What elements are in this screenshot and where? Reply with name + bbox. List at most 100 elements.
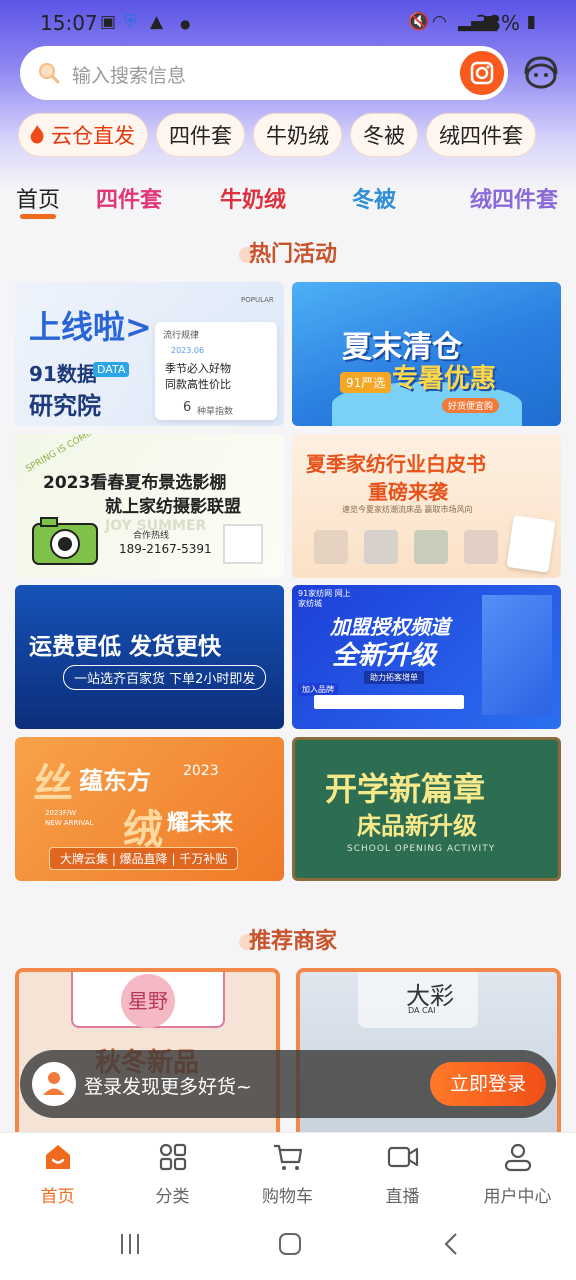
home-icon <box>46 1145 70 1169</box>
tab-user-center[interactable]: 用户中心 <box>460 1133 575 1209</box>
banner-tag: DATA <box>93 362 130 377</box>
banner-small: 2023F/W <box>45 809 77 817</box>
chip-cloud-warehouse[interactable]: 云仓直发 <box>18 113 148 157</box>
product-thumb <box>364 530 398 564</box>
camera-scan-button[interactable] <box>460 51 504 95</box>
tab-label: 分类 <box>155 1187 190 1207</box>
banner-title: 蕴东方 <box>79 767 151 795</box>
mute-icon: 🔇 <box>408 12 430 32</box>
customer-service-icon[interactable] <box>520 54 562 92</box>
bottom-tabbar: 首页 分类 购物车 直播 用户中心 <box>0 1132 576 1208</box>
banner-whitepaper[interactable]: 夏季家纺行业白皮书 重磅来袭 速览今夏家纺潮流床品 赢取市场风向 <box>292 434 561 578</box>
banner-sub: 一站选齐百家货 下单2小时即发 <box>63 665 267 690</box>
banner-title: 耀未来 <box>167 811 234 836</box>
section-title-hot: 热门活动 <box>0 236 576 268</box>
status-time: 15:07 <box>40 11 98 35</box>
banner-title: 2023看春夏布景选影棚 <box>43 473 227 493</box>
tab-underline <box>20 214 56 219</box>
alert-icon: ▲ <box>150 12 164 32</box>
search-icon <box>39 63 60 84</box>
banner-line: 研究院 <box>29 392 101 420</box>
section-title-recommend: 推荐商家 <box>0 923 576 955</box>
banner-sub: SCHOOL OPENING ACTIVITY <box>347 844 496 854</box>
chip-label: 冬被 <box>363 124 405 148</box>
banner-sub: 好货便宜购 <box>442 398 500 413</box>
tab-live[interactable]: 直播 <box>345 1133 460 1209</box>
tab-cart[interactable]: 购物车 <box>230 1133 345 1209</box>
battery-icon: ▮ <box>526 12 536 32</box>
user-avatar-icon <box>32 1062 76 1106</box>
banner-phone: 189-2167-5391 <box>119 542 212 556</box>
grid-icon <box>159 1143 187 1171</box>
banner-franchise[interactable]: 91家纺网 网上家纺城 加盟授权频道 全新升级 助力拓客增单 加入品牌 <box>292 585 561 729</box>
shield-icon: ⛨ <box>124 12 137 32</box>
banner-title: 丝 <box>33 761 73 807</box>
product-thumb <box>414 530 448 564</box>
tab-home-bottom[interactable]: 首页 <box>0 1133 115 1209</box>
back-icon[interactable] <box>438 1230 466 1258</box>
banner-title: 运费更低 发货更快 <box>29 634 222 660</box>
login-prompt-text: 登录发现更多好货~ <box>84 1076 252 1098</box>
gallery-icon: ▣ <box>100 12 117 32</box>
battery-text: 38% <box>475 11 520 35</box>
tab-label: 首页 <box>40 1187 75 1207</box>
flame-icon <box>30 125 44 144</box>
banner-title: 床品新升级 <box>357 812 477 840</box>
banner-title: 开学新篇章 <box>325 770 486 808</box>
category-tabs: 首页 四件套 牛奶绒 冬被 绒四件套 <box>0 176 576 224</box>
recent-apps-icon[interactable] <box>116 1230 144 1258</box>
banner-decoration <box>482 595 552 715</box>
tab-winter-quilt[interactable]: 冬被 <box>352 182 396 214</box>
book-illustration <box>506 515 556 573</box>
banner-logo: 91家纺网 网上家纺城 <box>298 589 351 608</box>
tab-milk-velvet[interactable]: 牛奶绒 <box>220 182 286 214</box>
search-bar[interactable]: 输入搜索信息 <box>20 46 508 100</box>
tab-four-piece[interactable]: 四件套 <box>96 182 162 214</box>
banner-title: 夏季家纺行业白皮书 <box>306 452 486 476</box>
qr-code <box>223 524 263 564</box>
banner-line: 91数据 <box>29 362 97 386</box>
banner-summer-clearance[interactable]: 夏末清仓 专暑优惠 91严选 好货便宜购 <box>292 282 561 426</box>
merchant-logo: 星野 <box>121 974 175 1028</box>
chip-milk-velvet[interactable]: 牛奶绒 <box>253 113 342 157</box>
banner-data-institute[interactable]: 上线啦> 91数据 DATA 研究院 POPULAR 流行规律 2023.06 … <box>15 282 284 426</box>
banner-small: 合作热线 <box>133 531 170 541</box>
login-prompt-bar: 登录发现更多好货~ 立即登录 <box>20 1050 556 1118</box>
chip-velvet-four-piece[interactable]: 绒四件套 <box>426 113 536 157</box>
tab-velvet-four-piece[interactable]: 绒四件套 <box>470 182 558 214</box>
video-camera-icon <box>387 1146 419 1168</box>
banner-title: 上线啦> <box>29 308 152 346</box>
chip-four-piece[interactable]: 四件套 <box>156 113 245 157</box>
banner-card: 流行规律 2023.06 季节必入好物 同款高性价比 6 种草指数 <box>155 322 277 420</box>
status-bar: 15:07 ▣ ⛨ ▲ ● 🔇 ◠ ▂▄▆ 38% ▮ <box>0 0 576 46</box>
banner-shipping[interactable]: 运费更低 发货更快 一站选齐百家货 下单2小时即发 <box>15 585 284 729</box>
chip-label: 牛奶绒 <box>266 124 329 148</box>
banner-small: POPULAR <box>241 296 274 304</box>
banner-sub: 大牌云集 | 爆品直降 | 千万补贴 <box>49 847 239 870</box>
banner-title: 重磅来袭 <box>368 480 448 504</box>
tab-category[interactable]: 分类 <box>115 1133 230 1209</box>
dot-icon: ● <box>180 17 191 31</box>
banner-tag: 91严选 <box>340 372 392 393</box>
banner-silk-velvet[interactable]: 丝 蕴东方 2023 绒 耀未来 2023F/W NEW ARRIVAL 大牌云… <box>15 737 284 881</box>
banner-photo-studio[interactable]: SPRING IS COMING 2023看春夏布景选影棚 就上家纺摄影联盟 J… <box>15 434 284 578</box>
quick-chips: 云仓直发 四件套 牛奶绒 冬被 绒四件套 <box>18 113 536 157</box>
banner-year: 2023 <box>183 763 219 779</box>
banner-title: 专暑优惠 <box>392 364 497 394</box>
brand-strip <box>314 695 464 709</box>
product-thumb <box>464 530 498 564</box>
chip-label: 四件套 <box>169 124 232 148</box>
chip-winter-quilt[interactable]: 冬被 <box>350 113 418 157</box>
cart-icon <box>274 1144 303 1170</box>
banner-school-opening[interactable]: 开学新篇章 床品新升级 SCHOOL OPENING ACTIVITY <box>292 737 561 881</box>
system-nav-bar <box>0 1208 576 1280</box>
banner-title: 就上家纺摄影联盟 <box>105 497 241 517</box>
tab-label: 购物车 <box>262 1187 313 1207</box>
home-system-icon[interactable] <box>276 1230 304 1258</box>
search-input[interactable]: 输入搜索信息 <box>72 61 186 88</box>
login-button[interactable]: 立即登录 <box>430 1062 546 1106</box>
tab-label: 直播 <box>385 1187 420 1207</box>
tab-home[interactable]: 首页 <box>16 182 60 214</box>
merchant-logo-sub: DA CAI <box>408 1006 436 1015</box>
camera-illustration <box>32 517 98 565</box>
